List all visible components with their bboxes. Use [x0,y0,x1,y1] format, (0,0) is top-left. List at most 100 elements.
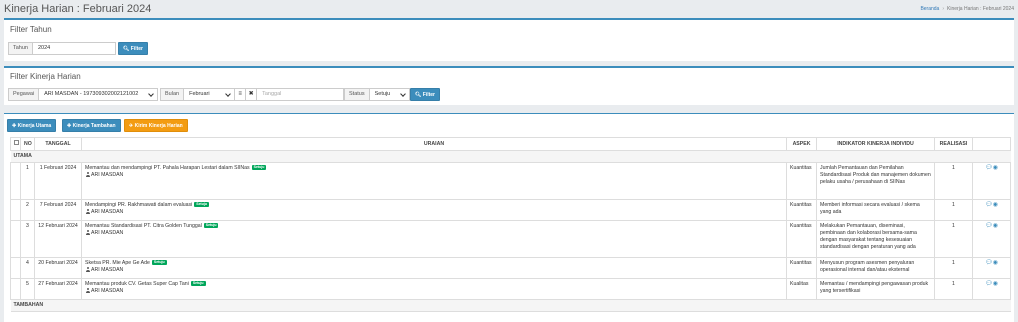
pegawai-select-group: Pegawai ARI MASDAN - 197309302002121002 [8,88,158,101]
cell-uraian: Memantau Standardisasi PT. Citra Golden … [81,220,787,258]
user-icon [85,288,90,293]
status-badge: Setuju [190,281,206,287]
cell-realisasi: 1 [934,278,973,300]
comment-icon[interactable]: 💬︎ [985,223,993,229]
bulan-select[interactable]: Februari [184,89,234,100]
status-select-group: Status Setuju [344,88,410,101]
col-indikator: INDIKATOR KINERJA INDIVIDU [816,137,935,151]
col-aspek: ASPEK [786,137,817,151]
cell-uraian: Memantau dan mendampingi PT. Pahala Hara… [81,162,787,200]
col-tanggal: TANGGAL [34,137,82,151]
comment-icon[interactable]: 💬︎ [985,281,993,287]
table-header-row: NO TANGGAL URAIAN ASPEK INDIKATOR KINERJ… [10,137,1011,151]
kinerja-table: NO TANGGAL URAIAN ASPEK INDIKATOR KINERJ… [10,137,1011,312]
status-label: Status [345,89,370,100]
cell-realisasi: 1 [934,199,973,221]
filter-tahun-button[interactable]: 🔍︎ Filter [118,42,148,55]
breadcrumb: Beranda › Kinerja Harian : Februari 2024 [920,6,1014,12]
comment-icon[interactable]: 💬︎ [985,260,993,266]
tahun-label: Tahun [9,43,33,54]
filter-kinerja-title: Filter Kinerja Harian [10,72,81,81]
comment-icon[interactable]: 💬︎ [985,165,993,171]
search-icon: 🔍︎ [123,46,130,52]
cell-tanggal: 12 Februari 2024 [34,220,82,258]
col-realisasi: REALISASI [934,137,973,151]
breadcrumb-current: Kinerja Harian : Februari 2024 [947,6,1014,12]
tahun-input[interactable]: 2024 [33,43,115,54]
send-icon: ✈ [129,123,134,129]
view-icon[interactable]: ◉ [993,202,998,208]
cell-indikator: Menyusun program asesmen penyaluran oper… [816,257,935,279]
bulan-select-group: Bulan Februari ≡ ✖ Tanggal [160,88,344,101]
breadcrumb-home[interactable]: Beranda [920,6,939,12]
table-row: 4 20 Februari 2024 Sketsa PR. Mie Ape Ge… [10,257,1011,279]
tanggal-input[interactable]: Tanggal [256,89,343,100]
chevron-down-icon [225,91,231,97]
table-row: 2 7 Februari 2024 Mendampingi PR. Rakhma… [10,199,1011,221]
cell-realisasi: 1 [934,162,973,200]
view-icon[interactable]: ◉ [993,223,998,229]
cell-indikator: Memantau / mendampingi pengawasan produk… [816,278,935,300]
tahun-input-group: Tahun 2024 [8,42,116,55]
filter-kinerja-button[interactable]: 🔍︎ Filter [410,88,440,101]
cell-uraian: Sketsa PR. Mie Ape Ge Ade Setuju ARI MASDA… [81,257,787,279]
comment-icon[interactable]: 💬︎ [985,202,993,208]
col-actions [972,137,1011,151]
cell-tanggal: 1 Februari 2024 [34,162,82,200]
view-icon[interactable]: ◉ [993,260,998,266]
group-row-utama: UTAMA [10,150,1011,163]
status-select[interactable]: Setuju [370,89,409,100]
cell-indikator: Melakukan Pemantauan, diseminasi, pembin… [816,220,935,258]
clear-icon[interactable]: ✖ [245,89,256,100]
status-badge: Setuju [203,223,219,229]
kinerja-table-box: ✚ Kinerja Utama ✚ Kinerja Tambahan ✈ Kir… [4,113,1014,322]
cell-tanggal: 20 Februari 2024 [34,257,82,279]
cell-tanggal: 27 Februari 2024 [34,278,82,300]
filter-tahun-title: Filter Tahun [10,25,52,34]
cell-tanggal: 7 Februari 2024 [34,199,82,221]
cell-indikator: Jumlah Pemantauan dan Pemilahan Standard… [816,162,935,200]
pegawai-select[interactable]: ARI MASDAN - 197309302002121002 [39,89,157,100]
view-icon[interactable]: ◉ [993,165,998,171]
cell-aspek: Kuantitas [786,199,817,221]
user-icon [85,230,90,235]
view-icon[interactable]: ◉ [993,281,998,287]
page-title: Kinerja Harian : Februari 2024 [4,3,152,15]
cell-aspek: Kuantitas [786,162,817,200]
bulan-label: Bulan [161,89,185,100]
pegawai-label: Pegawai [9,89,40,100]
user-icon [85,267,90,272]
group-row-tambahan: TAMBAHAN [10,299,1011,312]
status-badge: Setuju [251,165,267,171]
chevron-down-icon [148,91,154,97]
cell-no: 3 [20,220,35,258]
kinerja-utama-button[interactable]: ✚ Kinerja Utama [7,119,57,132]
cell-aspek: Kuantitas [786,257,817,279]
select-all-checkbox[interactable] [10,137,21,151]
cell-no: 2 [20,199,35,221]
page-header: Kinerja Harian : Februari 2024 Beranda › K… [0,0,1018,18]
cell-uraian: Memantau produk CV. Getas Super Cap Tani… [81,278,787,300]
calendar-icon[interactable]: ≡ [234,89,245,100]
status-badge: Setuju [194,202,209,208]
kinerja-tambahan-button[interactable]: ✚ Kinerja Tambahan [62,119,121,132]
user-icon [85,209,90,214]
filter-kinerja-box: Filter Kinerja Harian Pegawai ARI MASDAN… [4,66,1014,105]
plus-icon: ✚ [67,123,72,129]
cell-aspek: Kuantitas [786,220,817,258]
filter-tahun-box: Filter Tahun Tahun 2024 🔍︎ Filter [4,18,1014,61]
cell-realisasi: 1 [934,220,973,258]
table-row: 1 1 Februari 2024 Memantau dan mendampin… [10,162,1011,200]
col-uraian: URAIAN [81,137,787,151]
cell-realisasi: 1 [934,257,973,279]
col-no: NO [20,137,35,151]
cell-indikator: Memberi informasi secara evaluasi / skem… [816,199,935,221]
cell-aspek: Kualitas [786,278,817,300]
cell-uraian: Mendampingi PR. Rakhmawati dalam evaluas… [81,199,787,221]
plus-icon: ✚ [12,123,17,129]
cell-no: 4 [20,257,35,279]
status-badge: Setuju [151,260,167,266]
kirim-kinerja-button[interactable]: ✈ Kirim Kinerja Harian [124,119,188,132]
table-row: 5 27 Februari 2024 Memantau produk CV. G… [10,278,1011,300]
cell-no: 5 [20,278,35,300]
